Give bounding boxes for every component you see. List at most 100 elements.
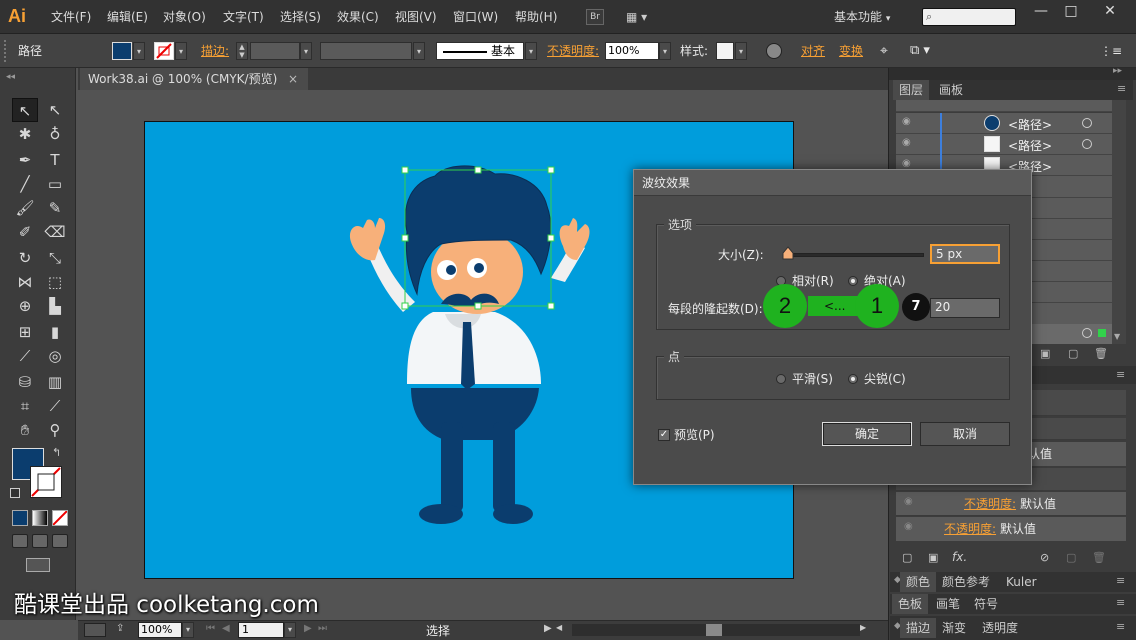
- pencil-tool-icon[interactable]: ✎: [42, 196, 68, 220]
- appearance-opacity-row[interactable]: ◉ 不透明度: 默认值: [896, 517, 1126, 541]
- stroke-weight-stepper[interactable]: ▲ ▼: [236, 42, 248, 60]
- layer-row[interactable]: [896, 100, 1112, 112]
- maximize-button[interactable]: □: [1056, 0, 1086, 22]
- cancel-button[interactable]: 取消: [920, 422, 1010, 446]
- hand-tool-icon[interactable]: ✋︎: [12, 418, 38, 442]
- stroke-swatch[interactable]: [154, 42, 174, 60]
- eye-icon[interactable]: ◉: [902, 137, 911, 148]
- gradient-mode-button[interactable]: [32, 510, 48, 526]
- add-fill-icon[interactable]: ▣: [928, 551, 938, 564]
- stroke-weight-dropdown[interactable]: ▾: [300, 42, 312, 60]
- collapse-toolbar-icon[interactable]: ◂◂: [6, 72, 15, 82]
- scroll-down-icon[interactable]: ▼: [1114, 332, 1120, 341]
- rectangle-tool-icon[interactable]: ▭: [42, 172, 68, 196]
- delete-item-icon[interactable]: 🗑︎: [1092, 551, 1106, 564]
- default-colors-icon[interactable]: [10, 488, 20, 498]
- eye-icon[interactable]: ◉: [904, 521, 913, 532]
- pen-tool-icon[interactable]: ✒: [12, 148, 38, 172]
- tab-transparency[interactable]: 透明度: [976, 618, 1024, 638]
- panel-menu-icon[interactable]: ≡: [1117, 82, 1126, 95]
- draw-behind-icon[interactable]: [32, 534, 48, 548]
- help-search-input[interactable]: ⌕: [922, 8, 1016, 26]
- close-tab-icon[interactable]: ×: [288, 68, 298, 90]
- selection-tool-icon[interactable]: ↖: [12, 98, 38, 122]
- target-icon[interactable]: [1082, 328, 1092, 338]
- panel-menu-icon[interactable]: ≡: [1116, 368, 1125, 381]
- menu-edit[interactable]: 编辑(E): [107, 0, 148, 34]
- panel-menu-icon[interactable]: ≡: [1116, 574, 1125, 587]
- trash-icon[interactable]: 🗑︎: [1094, 347, 1108, 360]
- variable-width-field[interactable]: [320, 42, 412, 60]
- zoom-field[interactable]: 100%: [138, 622, 182, 638]
- panel-menu-icon[interactable]: ≡: [1116, 620, 1125, 633]
- align-link[interactable]: 对齐: [801, 34, 825, 68]
- scrollbar-thumb[interactable]: [706, 624, 722, 636]
- stroke-color-box[interactable]: [30, 466, 62, 498]
- menu-object[interactable]: 对象(O): [163, 0, 206, 34]
- smooth-radio[interactable]: [776, 374, 786, 384]
- blob-brush-tool-icon[interactable]: ✐: [12, 220, 38, 244]
- none-mode-button[interactable]: [52, 510, 68, 526]
- width-tool-icon[interactable]: ⋈: [12, 270, 38, 294]
- next-page-icon[interactable]: ▶: [304, 623, 312, 634]
- menu-effect[interactable]: 效果(C): [337, 0, 379, 34]
- layer-row[interactable]: ◉ <路径>: [896, 113, 1112, 134]
- menu-help[interactable]: 帮助(H): [515, 0, 557, 34]
- fill-swatch[interactable]: [112, 42, 132, 60]
- tab-brushes[interactable]: 画笔: [930, 594, 966, 614]
- screen-mode-icon[interactable]: [26, 558, 50, 572]
- duplicate-item-icon[interactable]: ▢: [1066, 551, 1076, 564]
- size-slider-track[interactable]: [790, 253, 924, 257]
- brush-style-field[interactable]: 基本: [436, 42, 524, 60]
- tab-symbols[interactable]: 符号: [968, 594, 1004, 614]
- panel-menu-icon[interactable]: ≡: [1116, 596, 1125, 609]
- type-tool-icon[interactable]: T: [42, 148, 68, 172]
- perspective-grid-tool-icon[interactable]: ▙: [42, 294, 68, 318]
- corner-radio[interactable]: [848, 374, 858, 384]
- artboard-tool-icon[interactable]: ⌗: [12, 394, 38, 418]
- tab-layers[interactable]: 图层: [893, 80, 930, 100]
- dialog-title[interactable]: 波纹效果: [634, 170, 1031, 196]
- column-graph-tool-icon[interactable]: ▥: [42, 370, 68, 394]
- eye-icon[interactable]: ◉: [904, 496, 913, 507]
- transform-link[interactable]: 变换: [839, 34, 863, 68]
- eye-icon[interactable]: ◉: [902, 158, 911, 169]
- paintbrush-tool-icon[interactable]: 🖌︎: [12, 196, 38, 220]
- swap-colors-icon[interactable]: ↰: [52, 446, 61, 459]
- new-layer-icon[interactable]: ▢: [1068, 347, 1078, 360]
- tab-artboards[interactable]: 画板: [933, 80, 969, 100]
- new-sublayer-icon[interactable]: ▣: [1040, 347, 1050, 360]
- clear-appearance-icon[interactable]: ⊘: [1040, 551, 1049, 564]
- draw-inside-icon[interactable]: [52, 534, 68, 548]
- export-icon[interactable]: ⇪: [116, 623, 124, 634]
- appearance-opacity-label[interactable]: 不透明度:: [944, 520, 996, 537]
- absolute-radio[interactable]: [848, 276, 858, 286]
- symbol-sprayer-tool-icon[interactable]: ⛁: [12, 370, 38, 394]
- ridges-input[interactable]: 20: [930, 298, 1000, 318]
- scroll-right-icon[interactable]: ▶: [860, 623, 866, 632]
- pathfinder-icon[interactable]: ⧉ ▾: [910, 34, 930, 68]
- close-button[interactable]: ✕: [1090, 0, 1130, 22]
- target-icon[interactable]: [1082, 118, 1092, 128]
- magic-wand-tool-icon[interactable]: ✱: [12, 122, 38, 146]
- panel-menu-icon[interactable]: ⋮≡: [1100, 34, 1122, 68]
- appearance-opacity-label[interactable]: 不透明度:: [964, 495, 1016, 512]
- fill-dropdown[interactable]: ▾: [133, 42, 145, 60]
- first-page-icon[interactable]: ⏮: [206, 623, 215, 634]
- direct-selection-tool-icon[interactable]: ↖: [42, 98, 68, 122]
- variable-width-dropdown[interactable]: ▾: [413, 42, 425, 60]
- preview-checkbox[interactable]: ✓: [658, 429, 670, 441]
- rotate-tool-icon[interactable]: ↻: [12, 246, 38, 270]
- minimize-button[interactable]: —: [1026, 0, 1056, 22]
- isolate-icon[interactable]: ⌖: [880, 34, 888, 68]
- free-transform-tool-icon[interactable]: ⬚: [42, 270, 68, 294]
- menu-select[interactable]: 选择(S): [280, 0, 321, 34]
- eyedropper-tool-icon[interactable]: ⟋: [12, 344, 38, 368]
- zoom-dropdown[interactable]: ▾: [182, 622, 194, 638]
- mesh-tool-icon[interactable]: ⊞: [12, 320, 38, 344]
- appearance-opacity-row[interactable]: ◉ 不透明度: 默认值: [896, 492, 1126, 516]
- eye-icon[interactable]: ◉: [902, 116, 911, 127]
- fx-icon[interactable]: fx.: [952, 550, 967, 564]
- stroke-label[interactable]: 描边:: [201, 34, 229, 68]
- brush-style-dropdown[interactable]: ▾: [525, 42, 537, 60]
